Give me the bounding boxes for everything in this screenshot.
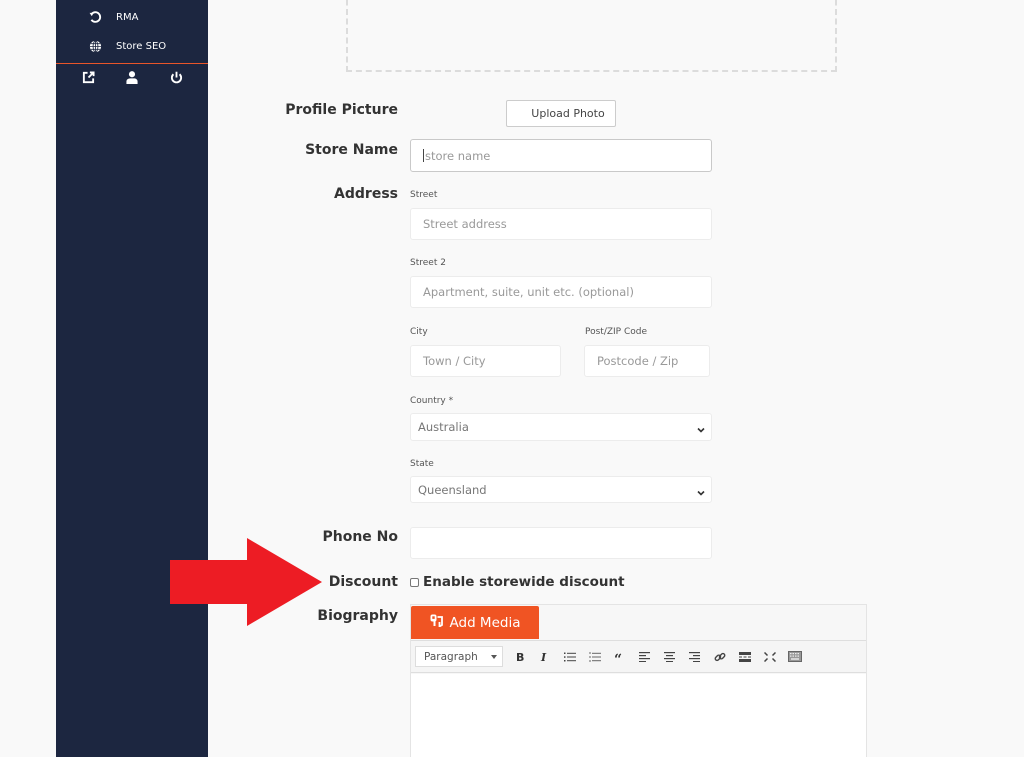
state-label: State <box>410 459 434 469</box>
sidebar-bottom-actions <box>56 70 208 90</box>
bulleted-list-icon <box>563 652 576 661</box>
store-name-input[interactable]: store name <box>410 139 712 172</box>
media-icon <box>430 614 444 631</box>
state-value: Queensland <box>418 482 487 497</box>
align-right-icon <box>689 651 700 662</box>
zip-label: Post/ZIP Code <box>585 327 648 337</box>
upload-photo-button[interactable]: Upload Photo <box>506 100 616 127</box>
user-icon[interactable] <box>125 70 139 84</box>
country-value: Australia <box>418 420 469 434</box>
country-label: Country * <box>410 396 454 406</box>
sidebar-item-label: Store SEO <box>116 40 167 52</box>
numbered-list-icon <box>589 651 601 662</box>
chevron-down-icon <box>697 486 705 496</box>
undo-icon <box>88 10 102 24</box>
toolbar-toggle-button[interactable] <box>782 646 807 667</box>
blockquote-button[interactable]: “ <box>607 646 632 667</box>
annotation-arrow-shape <box>170 538 322 626</box>
banner-dropzone[interactable] <box>346 0 837 72</box>
street2-label: Street 2 <box>410 258 446 268</box>
city-input[interactable]: Town / City <box>410 345 561 377</box>
discount-checkbox-label[interactable]: Enable storewide discount <box>423 574 625 590</box>
store-name-placeholder: store name <box>425 148 491 163</box>
sidebar-item-rma[interactable]: RMA <box>56 4 208 30</box>
align-right-button[interactable] <box>682 646 707 667</box>
fullscreen-button[interactable] <box>757 646 782 667</box>
city-placeholder: Town / City <box>423 354 486 368</box>
profile-picture-label: Profile Picture <box>285 102 398 118</box>
street-placeholder: Street address <box>423 217 507 231</box>
fullscreen-icon <box>763 651 776 662</box>
street2-input[interactable]: Apartment, suite, unit etc. (optional) <box>410 276 712 308</box>
street-label: Street <box>410 190 438 200</box>
link-icon <box>714 652 725 661</box>
numbered-list-button[interactable] <box>582 646 607 667</box>
address-label: Address <box>334 186 398 202</box>
align-center-icon <box>664 651 675 662</box>
zip-input[interactable]: Postcode / Zip <box>584 345 710 377</box>
svg-text:I: I <box>540 651 547 662</box>
discount-checkbox[interactable] <box>410 577 419 587</box>
svg-text:B: B <box>516 651 524 662</box>
phone-input[interactable] <box>410 527 712 559</box>
sidebar-item-label: RMA <box>116 11 139 23</box>
read-more-icon <box>738 651 751 662</box>
page-margin <box>0 0 56 757</box>
italic-icon: I <box>540 651 547 662</box>
city-label: City <box>410 327 428 337</box>
italic-button[interactable]: I <box>532 646 557 667</box>
keyboard-icon <box>787 651 802 662</box>
align-left-button[interactable] <box>632 646 657 667</box>
store-name-label: Store Name <box>305 142 398 158</box>
biography-textarea[interactable] <box>411 674 866 757</box>
discount-option: Enable storewide discount <box>410 574 625 590</box>
align-center-button[interactable] <box>657 646 682 667</box>
editor-toolbar: Paragraph B I “ <box>411 640 866 673</box>
annotation-arrow <box>170 538 322 626</box>
external-link-icon[interactable] <box>81 70 95 84</box>
bold-icon: B <box>516 651 524 662</box>
sidebar-item-store-seo[interactable]: Store SEO <box>56 33 208 59</box>
chevron-down-icon <box>697 423 705 433</box>
format-select[interactable]: Paragraph <box>415 646 503 667</box>
zip-placeholder: Postcode / Zip <box>597 354 679 368</box>
country-select[interactable]: Australia <box>410 413 712 441</box>
dropdown-triangle-icon <box>491 655 497 659</box>
power-icon[interactable] <box>169 70 183 84</box>
bulleted-list-button[interactable] <box>557 646 582 667</box>
insert-link-button[interactable] <box>707 646 732 667</box>
read-more-button[interactable] <box>732 646 757 667</box>
sidebar-divider <box>56 63 208 64</box>
street-input[interactable]: Street address <box>410 208 712 240</box>
add-media-button[interactable]: Add Media <box>411 606 539 639</box>
street2-placeholder: Apartment, suite, unit etc. (optional) <box>423 285 634 299</box>
sidebar: RMA Store SEO <box>56 0 208 757</box>
text-caret <box>423 149 424 162</box>
format-select-value: Paragraph <box>424 650 478 663</box>
bold-button[interactable]: B <box>507 646 532 667</box>
align-left-icon <box>639 651 650 662</box>
state-select[interactable]: Queensland <box>410 476 712 503</box>
globe-icon <box>88 39 102 53</box>
add-media-label: Add Media <box>449 614 521 631</box>
svg-text:“: “ <box>614 652 622 662</box>
blockquote-icon: “ <box>614 652 622 662</box>
